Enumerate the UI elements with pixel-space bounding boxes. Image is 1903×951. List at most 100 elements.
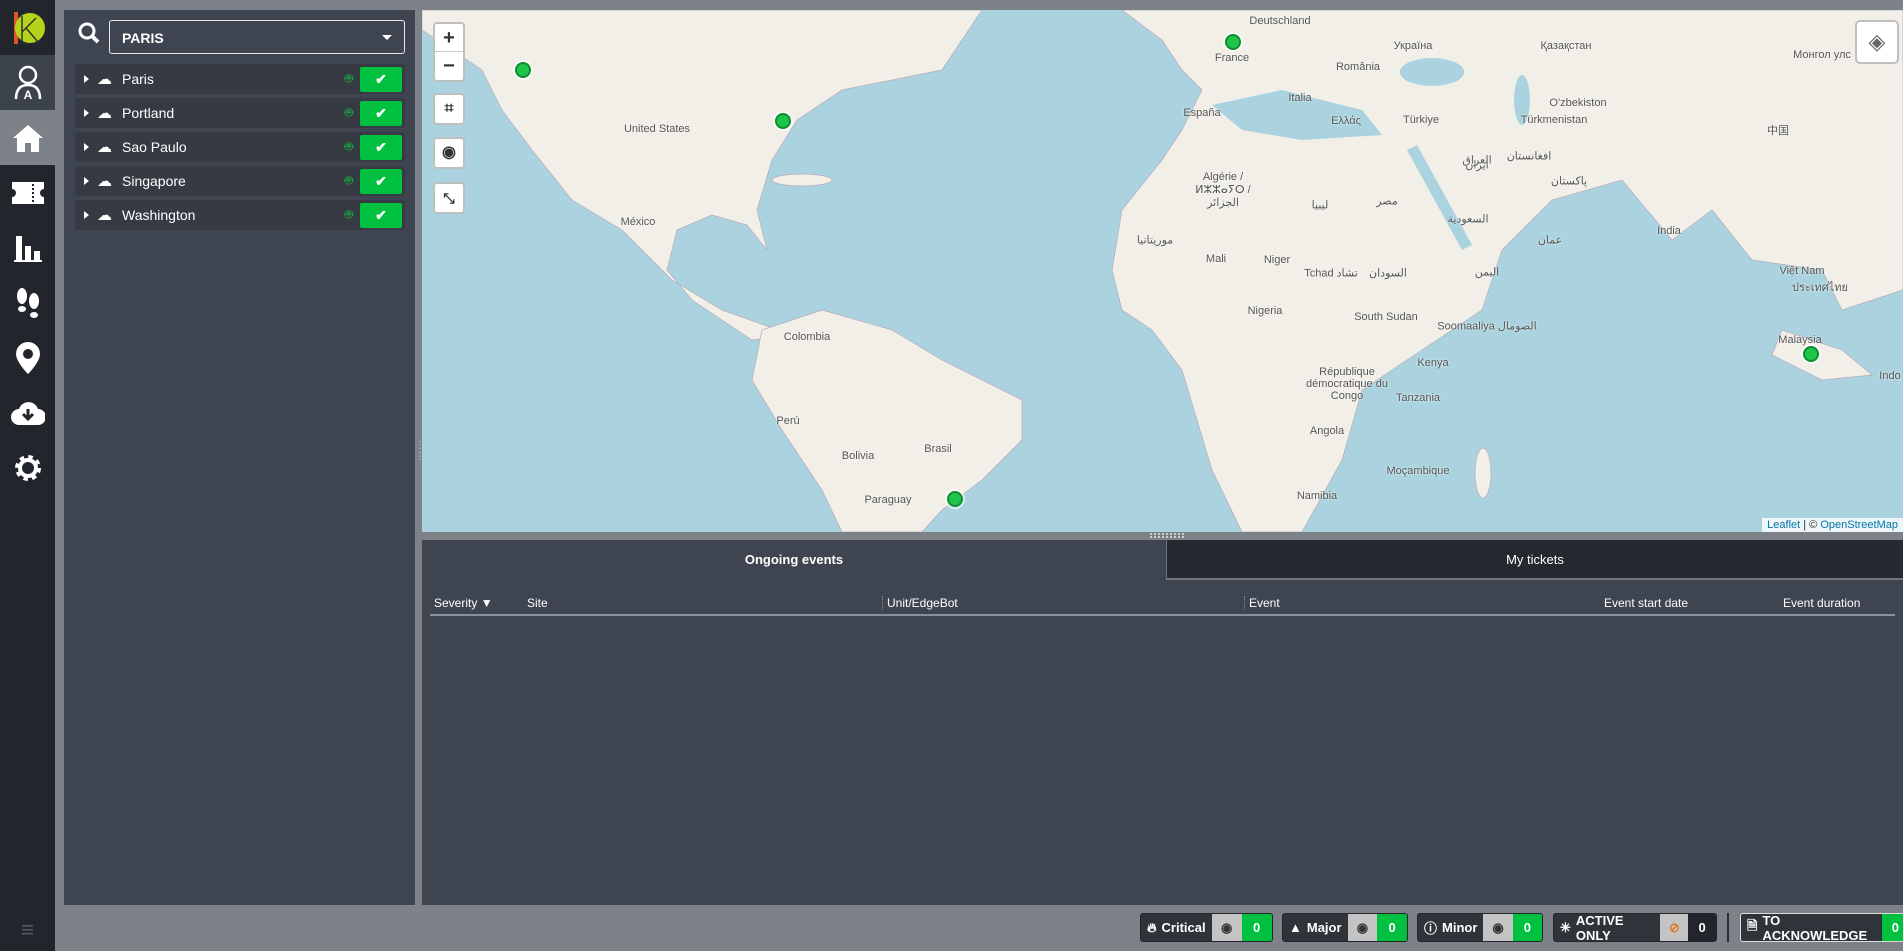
map-tiles bbox=[422, 10, 1903, 532]
column-event-duration[interactable]: Event duration bbox=[1783, 596, 1860, 610]
statistics-icon[interactable] bbox=[0, 220, 55, 275]
map-label: Mali bbox=[1205, 253, 1227, 265]
column-unit-edgebot[interactable]: Unit/EdgeBot bbox=[882, 596, 958, 610]
site-row[interactable]: ☁ Singapore 🤖︎ ✔ bbox=[75, 166, 405, 196]
filter-to-acknowledge[interactable]: 🗎︎ TO ACKNOWLEDGE 0 bbox=[1740, 913, 1903, 942]
eye-slash-icon[interactable]: ⊘ bbox=[1660, 914, 1689, 941]
locate-button[interactable]: ◉ bbox=[433, 137, 465, 169]
map-label: Tanzania bbox=[1395, 392, 1441, 404]
warning-icon: ▲ bbox=[1289, 920, 1302, 935]
expand-arrow-icon[interactable] bbox=[84, 177, 89, 185]
map[interactable]: Deutschland France Україна România Italia Esp… bbox=[422, 10, 1903, 532]
vertical-splitter[interactable]: ⋮ ⋮ bbox=[415, 440, 425, 462]
eye-toggle-icon[interactable]: ◉ bbox=[1211, 914, 1242, 941]
map-label: العراق bbox=[1462, 154, 1492, 167]
expand-arrow-icon[interactable] bbox=[84, 109, 89, 117]
column-severity[interactable]: Severity ▼ bbox=[434, 596, 493, 610]
map-label: اليمن bbox=[1474, 266, 1500, 279]
app-logo[interactable] bbox=[0, 0, 55, 55]
site-row[interactable]: ☁ Paris 🤖︎ ✔ bbox=[75, 64, 405, 94]
site-marker-sao-paulo[interactable] bbox=[947, 491, 963, 507]
filter-active-only[interactable]: ✳ ACTIVE ONLY ⊘ 0 bbox=[1553, 913, 1717, 942]
filter-label: Critical bbox=[1161, 920, 1206, 935]
tab-my-tickets[interactable]: My tickets bbox=[1166, 540, 1903, 580]
left-nav: A ≡ bbox=[0, 0, 55, 951]
cloud-download-icon[interactable] bbox=[0, 385, 55, 440]
map-label: ประเทศไทย bbox=[1791, 282, 1849, 294]
eye-toggle-icon[interactable]: ◉ bbox=[1347, 914, 1378, 941]
settings-icon[interactable] bbox=[0, 440, 55, 495]
expand-arrow-icon[interactable] bbox=[84, 143, 89, 151]
site-search-select[interactable]: PARIS bbox=[109, 20, 405, 54]
site-row[interactable]: ☁ Portland 🤖︎ ✔ bbox=[75, 98, 405, 128]
map-label: Tchad تشاد bbox=[1304, 267, 1358, 280]
status-ok-button[interactable]: ✔ bbox=[360, 67, 402, 92]
ticket-icon[interactable] bbox=[0, 165, 55, 220]
zoom-in-button[interactable]: + bbox=[435, 24, 463, 52]
expand-arrow-icon[interactable] bbox=[84, 211, 89, 219]
filter-label: Minor bbox=[1442, 920, 1478, 935]
column-site[interactable]: Site bbox=[527, 596, 548, 610]
map-attribution: Leaflet | © OpenStreetMap bbox=[1762, 518, 1903, 532]
column-event-start-date[interactable]: Event start date bbox=[1604, 596, 1688, 610]
menu-icon[interactable]: ≡ bbox=[0, 917, 55, 943]
expand-arrow-icon[interactable] bbox=[84, 75, 89, 83]
site-marker-paris[interactable] bbox=[1225, 34, 1241, 50]
map-label: عمان bbox=[1537, 234, 1563, 247]
acknowledge-count: 0 bbox=[1881, 914, 1903, 941]
map-label: Paraguay bbox=[864, 494, 912, 506]
map-label: République démocratique du Congo bbox=[1306, 366, 1388, 402]
home-icon[interactable] bbox=[0, 110, 55, 165]
layers-button[interactable]: ◈ bbox=[1855, 20, 1899, 64]
map-label: India bbox=[1657, 225, 1681, 237]
major-count: 0 bbox=[1377, 914, 1407, 941]
eye-toggle-icon[interactable]: ◉ bbox=[1483, 914, 1513, 941]
filter-major[interactable]: ▲ Major ◉ 0 bbox=[1282, 913, 1408, 942]
layers-icon: ◈ bbox=[1868, 29, 1886, 54]
map-label: مصر bbox=[1376, 195, 1398, 208]
map-pin-icon[interactable] bbox=[0, 330, 55, 385]
status-ok-button[interactable]: ✔ bbox=[360, 203, 402, 228]
map-label: Colombia bbox=[783, 331, 831, 343]
site-name: Washington bbox=[122, 207, 196, 223]
svg-text:A: A bbox=[23, 88, 32, 101]
map-label: España bbox=[1183, 107, 1221, 119]
site-name: Portland bbox=[122, 105, 175, 121]
map-label: Ελλάς bbox=[1331, 115, 1361, 127]
filter-label: TO ACKNOWLEDGE bbox=[1762, 913, 1868, 942]
active-count: 0 bbox=[1688, 914, 1716, 941]
horizontal-splitter[interactable] bbox=[1150, 533, 1184, 538]
status-ok-button[interactable]: ✔ bbox=[360, 101, 402, 126]
site-marker-portland[interactable] bbox=[515, 62, 531, 78]
map-label: موريتانيا bbox=[1136, 234, 1174, 247]
status-ok-button[interactable]: ✔ bbox=[360, 169, 402, 194]
leaflet-link[interactable]: Leaflet bbox=[1767, 519, 1800, 531]
map-label: O'zbekiston bbox=[1549, 97, 1607, 109]
compress-icon: ⤡ bbox=[443, 190, 455, 206]
site-row[interactable]: ☁ Sao Paulo 🤖︎ ✔ bbox=[75, 132, 405, 162]
site-marker-washington[interactable] bbox=[775, 113, 791, 129]
document-check-icon: 🗎︎ bbox=[1747, 917, 1758, 933]
column-event[interactable]: Event bbox=[1244, 596, 1280, 610]
zoom-out-button[interactable]: − bbox=[435, 52, 463, 80]
map-label: South Sudan bbox=[1354, 311, 1418, 323]
collapse-button[interactable]: ⤡ bbox=[433, 182, 465, 214]
select-value: PARIS bbox=[122, 30, 164, 46]
crop-button[interactable]: ⌗ bbox=[433, 93, 465, 125]
zoom-control: + − bbox=[433, 22, 465, 82]
tab-ongoing-events[interactable]: Ongoing events bbox=[422, 540, 1166, 580]
status-ok-button[interactable]: ✔ bbox=[360, 135, 402, 160]
user-admin-icon[interactable]: A bbox=[0, 55, 55, 110]
filter-minor[interactable]: ⓘ Minor ◉ 0 bbox=[1417, 913, 1543, 942]
site-row[interactable]: ☁ Washington 🤖︎ ✔ bbox=[75, 200, 405, 230]
filter-label: Major bbox=[1306, 920, 1342, 935]
footsteps-icon[interactable] bbox=[0, 275, 55, 330]
map-label: Malaysia bbox=[1778, 334, 1822, 346]
attribution-separator: | © bbox=[1800, 519, 1821, 531]
site-marker-singapore[interactable] bbox=[1803, 346, 1819, 362]
osm-link[interactable]: OpenStreetMap bbox=[1820, 519, 1898, 531]
filter-critical[interactable]: 🔥︎ Critical ◉ 0 bbox=[1140, 913, 1273, 942]
map-label: السعودية bbox=[1447, 213, 1489, 226]
map-label: Perú bbox=[776, 415, 800, 427]
site-name: Sao Paulo bbox=[122, 139, 187, 155]
